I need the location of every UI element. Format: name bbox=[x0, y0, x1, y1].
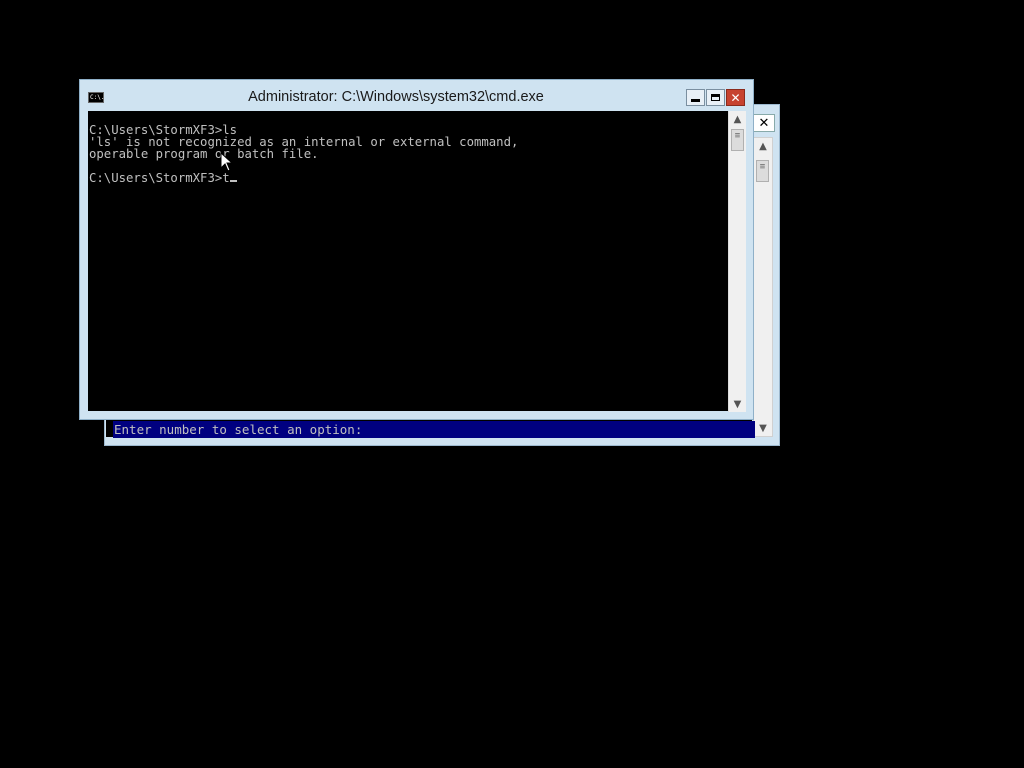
minimize-button[interactable] bbox=[686, 89, 705, 106]
background-close-button[interactable]: ✕ bbox=[753, 114, 775, 132]
scroll-up-arrow-icon[interactable]: ▲ bbox=[729, 111, 746, 127]
close-icon: ✕ bbox=[758, 115, 770, 131]
close-icon: ✕ bbox=[730, 90, 741, 105]
console-line: operable program or batch file. bbox=[89, 147, 319, 161]
scroll-up-arrow-icon[interactable]: ▲ bbox=[754, 138, 772, 154]
console-scrollbar[interactable]: ▲ ≡ ▼ bbox=[728, 111, 746, 412]
mouse-pointer-icon bbox=[220, 152, 234, 172]
text-cursor bbox=[229, 180, 237, 182]
scroll-down-arrow-icon[interactable]: ▼ bbox=[729, 396, 746, 412]
window-title: Administrator: C:\Windows\system32\cmd.e… bbox=[248, 89, 544, 105]
scroll-thumb[interactable]: ≡ bbox=[756, 160, 769, 182]
cmd-window[interactable]: C:\. Administrator: C:\Windows\system32\… bbox=[79, 79, 754, 420]
console-prompt-line[interactable]: C:\Users\StormXF3>t bbox=[89, 172, 728, 184]
minimize-icon bbox=[691, 99, 700, 102]
scroll-down-arrow-icon[interactable]: ▼ bbox=[754, 420, 772, 436]
close-button[interactable]: ✕ bbox=[726, 89, 745, 106]
maximize-button[interactable] bbox=[706, 89, 725, 106]
console-input-text: C:\Users\StormXF3>t bbox=[89, 171, 230, 185]
title-bar[interactable]: C:\. Administrator: C:\Windows\system32\… bbox=[80, 80, 753, 110]
maximize-icon bbox=[711, 94, 720, 101]
option-prompt-bar: Enter number to select an option: bbox=[113, 421, 755, 438]
background-scrollbar[interactable]: ▲ ≡ ▼ bbox=[753, 137, 773, 437]
console-output[interactable]: C:\Users\StormXF3>ls 'ls' is not recogni… bbox=[88, 111, 728, 411]
scroll-thumb[interactable]: ≡ bbox=[731, 129, 744, 151]
